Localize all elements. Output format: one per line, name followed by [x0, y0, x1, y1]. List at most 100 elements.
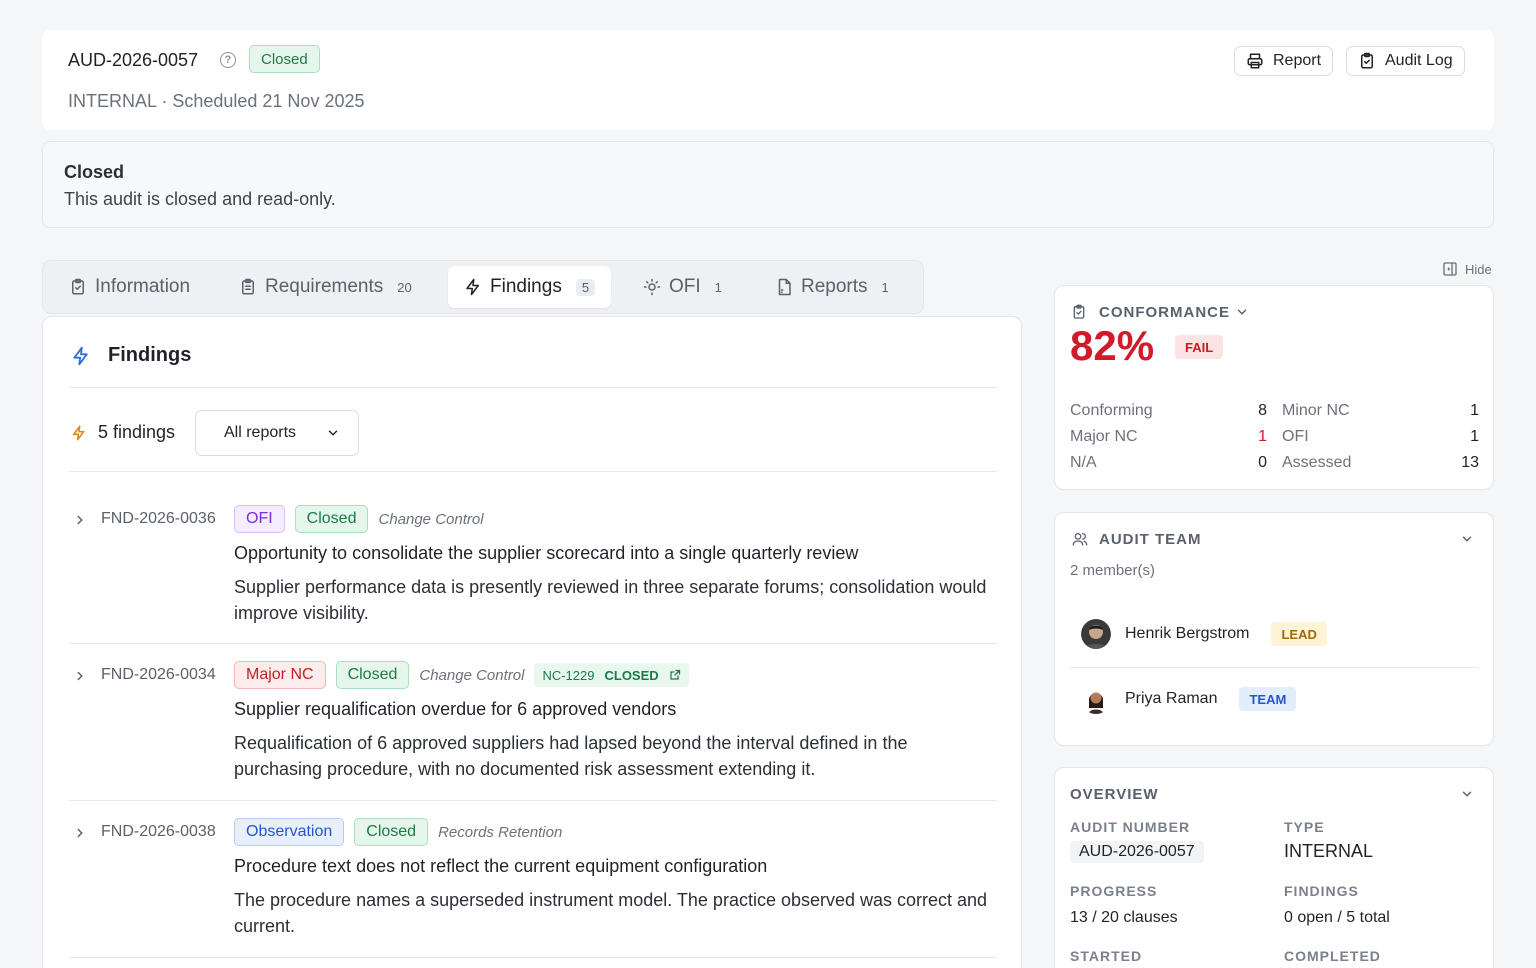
report-filter-select[interactable]: All reports: [195, 410, 359, 456]
divider: [69, 471, 997, 472]
audit-log-button[interactable]: Audit Log: [1346, 46, 1465, 76]
role-badge: LEAD: [1271, 622, 1327, 646]
finding-id: FND-2026-0036: [101, 510, 216, 527]
finding-item[interactable]: FND-2026-0036 OFI Closed Change Control …: [69, 505, 997, 623]
report-button[interactable]: Report: [1234, 46, 1334, 76]
nc-link-badge[interactable]: NC-1229 CLOSED: [534, 663, 689, 687]
audit-subtitle: INTERNAL · Scheduled 21 Nov 2025: [68, 91, 365, 111]
finding-category: Change Control: [378, 510, 484, 528]
lightbulb-icon: [643, 278, 661, 296]
report-button-label: Report: [1273, 52, 1322, 69]
audit-team-card: AUDIT TEAM 2 member(s) Henrik Bergstrom …: [1054, 512, 1494, 746]
finding-type-badge: Major NC: [234, 661, 326, 689]
external-link-icon: [670, 669, 680, 680]
panel-icon: [1443, 262, 1457, 276]
overview-label: COMPLETED: [1284, 948, 1381, 964]
avatar: [1081, 619, 1111, 649]
stat-value: 1: [1258, 428, 1267, 445]
hide-sidebar-button[interactable]: Hide: [1442, 261, 1492, 277]
finding-description: The procedure names a superseded instrum…: [234, 890, 988, 936]
stat-label: N/A: [1070, 454, 1097, 471]
avatar: [1081, 684, 1111, 714]
finding-title: Procedure text does not reflect the curr…: [234, 856, 768, 876]
stat-label: Major NC: [1070, 428, 1138, 445]
member-name: Henrik Bergstrom: [1125, 625, 1250, 642]
stat-label: Assessed: [1282, 454, 1352, 471]
tab-count: 20: [397, 279, 412, 295]
tab-requirements[interactable]: Requirements 20: [223, 266, 428, 308]
stat-label: OFI: [1282, 428, 1309, 445]
chevron-right-icon[interactable]: [73, 513, 87, 527]
audit-header: AUD-2026-0057 ? Closed INTERNAL · Schedu…: [42, 30, 1494, 130]
finding-category: Records Retention: [438, 823, 563, 841]
tab-count: 1: [881, 279, 889, 295]
pdf-file-icon: [778, 278, 791, 296]
finding-description: Requalification of 6 approved suppliers …: [234, 733, 908, 779]
status-badge: Closed: [249, 45, 320, 73]
finding-item[interactable]: FND-2026-0038 Observation Closed Records…: [69, 818, 997, 936]
finding-description: Supplier performance data is presently r…: [234, 577, 987, 623]
chevron-down-icon: [328, 430, 338, 436]
banner-text: This audit is closed and read-only.: [64, 189, 336, 209]
divider: [69, 957, 997, 958]
bolt-icon: [73, 346, 88, 366]
finding-item[interactable]: FND-2026-0034 Major NC Closed Change Con…: [69, 661, 997, 779]
findings-value: 0 open / 5 total: [1284, 909, 1390, 926]
banner-title: Closed: [64, 162, 125, 182]
type-value: INTERNAL: [1284, 841, 1374, 861]
divider: [1070, 667, 1478, 668]
tab-findings[interactable]: Findings 5: [448, 266, 612, 308]
bolt-icon: [72, 425, 85, 441]
progress-value: 13 / 20 clauses: [1070, 909, 1178, 926]
chevron-down-icon[interactable]: [1235, 305, 1249, 319]
conformance-heading: CONFORMANCE: [1099, 304, 1230, 321]
finding-category: Change Control: [419, 666, 525, 684]
clipboard-icon: [72, 278, 84, 295]
tab-reports[interactable]: Reports 1: [759, 266, 905, 308]
overview-heading: OVERVIEW: [1070, 786, 1159, 803]
tab-information[interactable]: Information: [53, 266, 206, 308]
clipboard-list-icon: [242, 278, 254, 295]
stat-label: Minor NC: [1282, 402, 1350, 419]
team-member-row[interactable]: Priya Raman TEAM: [1081, 684, 1297, 714]
tab-count: 5: [575, 278, 596, 296]
stat-value: 1: [1470, 402, 1479, 419]
stat-value: 13: [1461, 454, 1479, 471]
finding-id: FND-2026-0038: [101, 823, 216, 840]
divider: [69, 643, 997, 644]
finding-title: Opportunity to consolidate the supplier …: [234, 543, 859, 563]
tab-ofi[interactable]: OFI 1: [627, 266, 738, 308]
audit-log-button-label: Audit Log: [1385, 52, 1453, 69]
stat-value: 1: [1470, 428, 1479, 445]
panel-title: Findings: [108, 344, 192, 366]
finding-status-badge: Closed: [354, 818, 429, 846]
chevron-right-icon[interactable]: [73, 669, 87, 683]
finding-title: Supplier requalification overdue for 6 a…: [234, 699, 677, 719]
tab-label: Findings: [490, 276, 562, 297]
stat-value: 8: [1258, 402, 1267, 419]
report-filter-value: All reports: [224, 424, 297, 441]
nc-status: CLOSED: [604, 667, 659, 683]
finding-id: FND-2026-0034: [101, 666, 216, 683]
chevron-down-icon[interactable]: [1460, 532, 1474, 546]
overview-label: TYPE: [1284, 819, 1325, 835]
findings-panel: Findings 5 findings All reports FND-2026…: [42, 316, 1022, 968]
audit-number-value: AUD-2026-0057: [1070, 841, 1204, 863]
overview-label: PROGRESS: [1070, 883, 1158, 899]
tab-label: OFI: [669, 276, 701, 297]
finding-type-badge: Observation: [234, 818, 345, 846]
stat-label: Conforming: [1070, 402, 1153, 419]
help-icon[interactable]: ?: [220, 52, 236, 68]
overview-label: STARTED: [1070, 948, 1143, 964]
overview-card: OVERVIEW AUDIT NUMBER AUD-2026-0057 TYPE…: [1054, 767, 1494, 968]
closed-banner: Closed This audit is closed and read-onl…: [42, 141, 1494, 228]
tab-count: 1: [714, 279, 722, 295]
conformance-card: CONFORMANCE 82% FAIL Conforming 8 Minor …: [1054, 285, 1494, 490]
finding-status-badge: Closed: [294, 505, 369, 533]
printer-icon: [1247, 53, 1263, 69]
chevron-down-icon[interactable]: [1460, 787, 1474, 801]
team-member-row[interactable]: Henrik Bergstrom LEAD: [1081, 619, 1327, 649]
audit-team-heading: AUDIT TEAM: [1099, 531, 1202, 548]
chevron-right-icon[interactable]: [73, 826, 87, 840]
nc-reference: NC-1229: [542, 667, 595, 683]
